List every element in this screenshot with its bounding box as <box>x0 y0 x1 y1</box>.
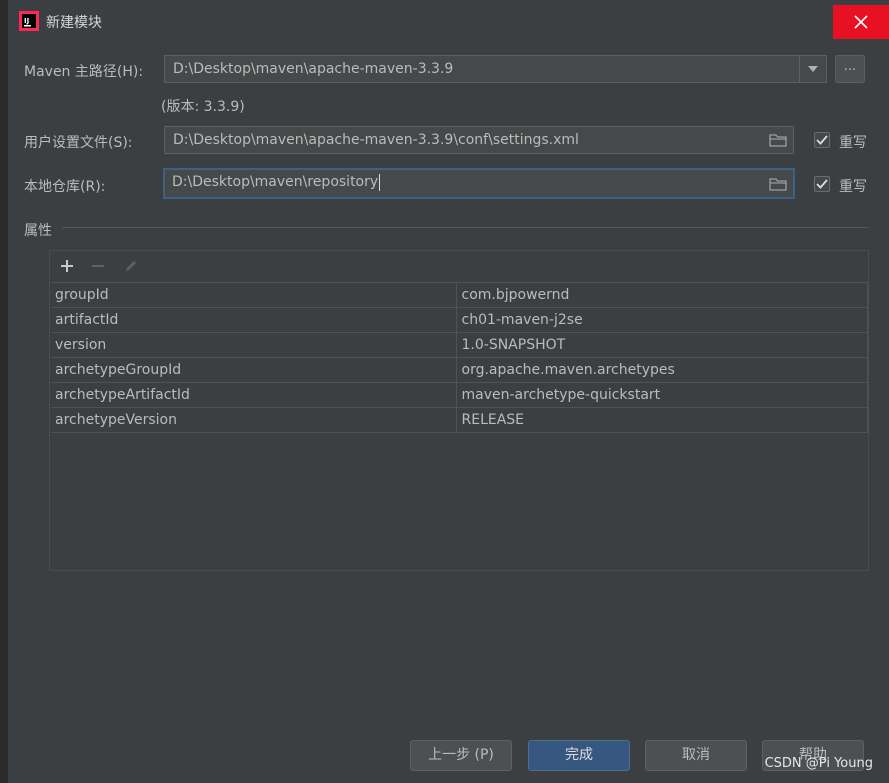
remove-icon[interactable] <box>89 257 107 275</box>
properties-panel: groupId com.bjpowernd artifactId ch01-maven… <box>49 250 869 571</box>
window-title: 新建模块 <box>46 15 102 31</box>
local-repo-value: D:\Desktop\maven\repository <box>172 174 379 190</box>
user-settings-override-checkbox[interactable] <box>814 132 830 148</box>
table-row[interactable]: groupId com.bjpowernd <box>51 282 868 308</box>
property-value-cell[interactable]: ch01-maven-j2se <box>456 307 868 333</box>
chevron-down-icon <box>808 66 818 72</box>
close-button[interactable] <box>833 5 889 39</box>
user-settings-field[interactable]: D:\Desktop\maven\apache-maven-3.3.9\conf… <box>164 126 794 154</box>
checkmark-icon <box>816 179 828 189</box>
cancel-button[interactable]: 取消 <box>645 740 747 771</box>
checkmark-icon <box>816 135 828 145</box>
local-repo-override-checkbox[interactable] <box>814 176 830 192</box>
text-caret <box>379 173 381 191</box>
section-divider <box>62 227 869 228</box>
maven-home-browse-button[interactable]: ... <box>835 55 865 83</box>
maven-home-combobox[interactable]: D:\Desktop\maven\apache-maven-3.3.9 <box>164 55 827 83</box>
user-settings-label: 用户设置文件(S): <box>24 135 133 151</box>
previous-button[interactable]: 上一步 (P) <box>410 740 512 771</box>
property-key-cell[interactable]: archetypeArtifactId <box>51 382 457 408</box>
property-key-cell[interactable]: artifactId <box>51 307 457 333</box>
finish-button[interactable]: 完成 <box>528 740 630 771</box>
maven-home-value: D:\Desktop\maven\apache-maven-3.3.9 <box>173 61 454 77</box>
local-repo-override-label[interactable]: 重写 <box>839 176 867 196</box>
title-bar: IJ 新建模块 <box>8 0 889 44</box>
intellij-app-icon: IJ <box>19 11 39 31</box>
table-row[interactable]: archetypeArtifactId maven-archetype-quick… <box>51 382 868 408</box>
table-row[interactable]: version 1.0-SNAPSHOT <box>51 332 868 358</box>
close-icon <box>854 15 868 29</box>
svg-text:IJ: IJ <box>24 17 29 25</box>
window-edge <box>0 0 8 783</box>
properties-toolbar <box>50 251 868 282</box>
maven-home-label: Maven 主路径(H): <box>24 64 144 80</box>
property-key-cell[interactable]: archetypeGroupId <box>51 357 457 383</box>
table-row[interactable]: archetypeVersion RELEASE <box>51 407 868 433</box>
table-row[interactable]: archetypeGroupId org.apache.maven.archety… <box>51 357 868 383</box>
property-value-cell[interactable]: org.apache.maven.archetypes <box>456 357 868 383</box>
property-value-cell[interactable]: com.bjpowernd <box>456 282 868 308</box>
edit-icon[interactable] <box>122 257 140 275</box>
property-key-cell[interactable]: version <box>51 332 457 358</box>
maven-home-dropdown-arrow[interactable] <box>799 56 826 82</box>
folder-icon[interactable] <box>769 176 787 192</box>
maven-version-note: (版本: 3.3.9) <box>161 99 245 115</box>
user-settings-override-label[interactable]: 重写 <box>839 132 867 152</box>
local-repo-label: 本地仓库(R): <box>24 179 106 195</box>
add-icon[interactable] <box>58 257 76 275</box>
table-row[interactable]: artifactId ch01-maven-j2se <box>51 307 868 333</box>
property-value-cell[interactable]: 1.0-SNAPSHOT <box>456 332 868 358</box>
property-value-cell[interactable]: RELEASE <box>456 407 868 433</box>
property-key-cell[interactable]: archetypeVersion <box>51 407 457 433</box>
csdn-watermark: CSDN @Pi Young <box>764 756 873 771</box>
property-value-cell[interactable]: maven-archetype-quickstart <box>456 382 868 408</box>
local-repo-field[interactable]: D:\Desktop\maven\repository <box>163 168 795 199</box>
folder-icon[interactable] <box>769 132 787 148</box>
properties-table: groupId com.bjpowernd artifactId ch01-maven… <box>51 282 868 433</box>
property-key-cell[interactable]: groupId <box>51 282 457 308</box>
new-module-dialog: IJ 新建模块 Maven 主路径(H): D:\Desktop\maven\a… <box>0 0 889 783</box>
user-settings-value: D:\Desktop\maven\apache-maven-3.3.9\conf… <box>173 132 579 148</box>
properties-section-title: 属性 <box>24 223 52 239</box>
